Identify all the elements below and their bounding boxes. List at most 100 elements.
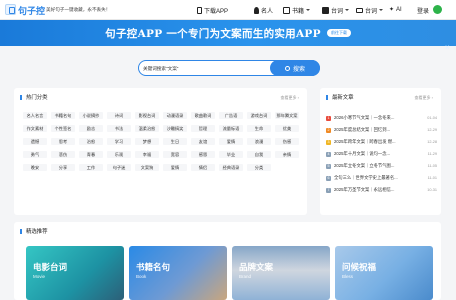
featured-card-book[interactable]: 书籍名句 Book [129,246,227,300]
site-logo-text[interactable]: 句子控 [18,4,45,17]
logo-icon[interactable] [5,4,16,15]
category-tag[interactable]: 名人名言 [23,112,47,119]
article-list-item[interactable]: 2 2025年度总结文案｜回忆到... 12-29 [326,124,437,136]
featured-card-brand[interactable]: 品牌文案 Brand [232,246,330,300]
category-tag[interactable]: 治愈 [79,138,103,145]
category-tag[interactable]: 青春 [79,151,103,158]
lyrics-menu[interactable]: 台词 [356,3,384,17]
category-tag[interactable]: 亲情 [275,151,299,158]
category-tag[interactable]: 伤感 [275,138,299,145]
famous-people-menu[interactable]: 名人 [254,3,273,17]
category-tag[interactable]: 晚安 [23,164,47,171]
category-tag[interactable]: 影视台词 [135,112,159,119]
ai-link[interactable]: ✦ AI [389,3,402,17]
top-navigation-bar: 句子控 美好句子一键收藏，永不丢失！ 下载APP 名人 书籍 台词 台词 ✦ A… [0,0,456,20]
category-tag[interactable]: 广告语 [219,112,243,119]
category-tag[interactable]: 书法 [107,125,131,132]
category-tag[interactable]: 那年腾文案 [275,112,299,119]
latest-articles-panel: 最新文章 查看更多 › 1 2026小寒节气文案｜一念冬来... 01-04 2 202… [320,88,441,215]
article-list: 1 2026小寒节气文案｜一念冬来... 01-04 2 2025年度总结文案｜回忆到.… [326,112,437,196]
featured-picks-title: 精选推荐 [26,229,48,235]
article-list-item[interactable]: 4 2025年十月文案｜说句一念... 11-29 [326,148,437,160]
book-icon [283,6,290,14]
category-tag[interactable]: 悲伤 [51,151,75,158]
category-tag[interactable]: 工作 [79,164,103,171]
article-title[interactable]: 2026小寒节气文案｜一念冬来... [334,115,423,121]
featured-picks-heading: 精选推荐 [20,227,48,235]
featured-card-subtitle: Book [136,274,147,279]
featured-card-title: 电影台词 [33,262,68,272]
category-tag[interactable]: 诗词 [107,112,131,119]
login-link[interactable]: 登录 [417,3,429,17]
lines-menu[interactable]: 台词 [322,3,350,17]
search-button[interactable]: 搜索 [270,60,320,76]
books-menu[interactable]: 书籍 [283,3,311,17]
category-tag[interactable]: 生日 [163,138,187,145]
close-icon[interactable]: × [445,43,450,52]
category-tag[interactable]: 优美 [275,125,299,132]
article-date: 11-05 [427,164,437,168]
article-list-item[interactable]: 6 全句三么｜世界文学史上最著名... 11-01 [326,172,437,184]
category-tag[interactable]: 歌曲歌词 [191,112,215,119]
category-tag[interactable]: 个性签名 [51,125,75,132]
category-tag[interactable]: 爱情 [219,138,243,145]
article-title[interactable]: 2025年万圣节文案｜永远相信... [334,187,423,193]
category-tag[interactable]: 书籍名句 [51,112,75,119]
article-date: 10-31 [427,188,437,192]
category-tag[interactable]: 励志 [79,125,103,132]
category-tag[interactable]: 毕业 [219,151,243,158]
category-tag[interactable]: 宽容 [163,151,187,158]
category-tag[interactable]: 分享 [51,164,75,171]
category-tag[interactable]: 动漫语录 [163,112,187,119]
category-tag[interactable]: 小说摘抄 [79,112,103,119]
featured-card-title: 书籍名句 [136,262,171,272]
featured-card-movie[interactable]: 电影台词 Movie [26,246,124,300]
category-tag[interactable]: 浪漫 [247,138,271,145]
category-tag[interactable]: 梦想 [135,138,159,145]
banner-download-button[interactable]: 前往下载 [327,29,351,37]
category-tag-grid: 名人名言 书籍名句 小说摘抄 诗词 影视台词 动漫语录 歌曲歌词 广告语 游戏台词 那年腾文案作文… [23,112,303,171]
category-tag[interactable]: 游戏台词 [247,112,271,119]
category-tag[interactable]: 感恩 [191,151,215,158]
app-download-banner[interactable]: 句子控APP 一个专门为文案而生的实用APP 前往下载 × [0,20,456,52]
article-list-item[interactable]: 7 2025年万圣节文案｜永远相信... 10-31 [326,184,437,196]
category-tag[interactable]: 生命 [247,125,271,132]
category-tag[interactable]: 学习 [107,138,131,145]
category-tag[interactable]: 友谊 [191,138,215,145]
category-tag[interactable]: 爱情 [163,164,187,171]
category-tag[interactable]: 哲理 [191,125,215,132]
rank-badge: 6 [326,175,331,181]
article-list-item[interactable]: 5 2025年立冬文案｜立冬节气图... 11-05 [326,160,437,172]
category-tag[interactable]: 幸福 [135,151,159,158]
category-tag[interactable]: 温柔治愈 [135,125,159,132]
search-box: 搜索 [138,60,320,76]
category-tag[interactable]: 作文素材 [23,125,47,132]
article-title[interactable]: 2025年度总结文案｜回忆到... [334,127,423,133]
category-tag[interactable]: 遗憾 [23,138,47,145]
category-tag[interactable]: 思考 [51,138,75,145]
category-tag[interactable]: 乐观 [107,151,131,158]
category-tag[interactable]: 流量标语 [219,125,243,132]
featured-card-bless[interactable]: 问候祝福 Bless [335,246,433,300]
news-more-link[interactable]: 查看更多 › [415,95,433,101]
category-tag[interactable]: 经典语录 [219,164,243,171]
category-tag[interactable]: 分类 [247,164,271,171]
article-title[interactable]: 2025年十月文案｜说句一念... [334,151,423,157]
article-title[interactable]: 全句三么｜世界文学史上最著名... [334,175,423,181]
featured-card-subtitle: Bless [342,274,354,279]
category-tag[interactable]: 勇气 [23,151,47,158]
download-app-link[interactable]: 下载APP [197,3,228,17]
featured-card-title: 问候祝福 [342,262,377,272]
category-tag[interactable]: 文案狗 [135,164,159,171]
wechat-icon[interactable] [433,5,442,14]
category-tag[interactable]: 自我 [247,151,271,158]
hot-more-link[interactable]: 查看更多 › [281,95,299,101]
article-title[interactable]: 2025年跨年文案｜跨春出发 燃... [334,139,423,145]
category-tag[interactable]: 沙雕搞笑 [163,125,187,132]
article-list-item[interactable]: 3 2025年跨年文案｜跨春出发 燃... 12-28 [326,136,437,148]
article-list-item[interactable]: 1 2026小寒节气文案｜一念冬来... 01-04 [326,112,437,124]
search-input[interactable] [143,64,271,74]
category-tag[interactable]: 句子迷 [107,164,131,171]
category-tag[interactable]: 情侣 [191,164,215,171]
article-title[interactable]: 2025年立冬文案｜立冬节气图... [334,163,423,169]
